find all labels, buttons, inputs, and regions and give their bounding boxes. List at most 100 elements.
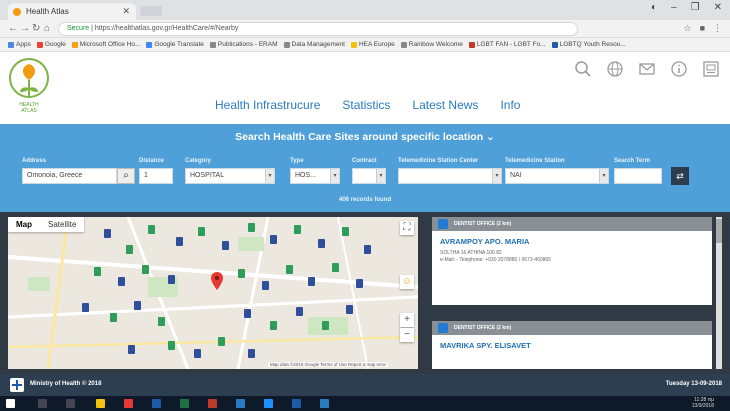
map-pin-green[interactable] (158, 317, 165, 326)
map-view[interactable]: Map Satellite ⛶ ☺ + − Map data ©2018 Goo… (8, 217, 418, 369)
bookmark-item[interactable]: Data Management (283, 41, 345, 48)
tab-map[interactable]: Map (8, 217, 40, 232)
map-pin-blue[interactable] (82, 303, 89, 312)
map-pin-blue[interactable] (364, 245, 371, 254)
map-pin-blue[interactable] (222, 241, 229, 250)
accessibility-icon[interactable] (702, 60, 720, 78)
bookmark-item[interactable]: HEA Europe (350, 41, 395, 48)
result-card[interactable]: DENTIST OFFICE (2 km) MAVRIKA SPY. ELISA… (432, 321, 712, 369)
map-pin-blue[interactable] (308, 277, 315, 286)
bookmark-star-icon[interactable]: ☆ (683, 23, 691, 34)
reload-icon[interactable]: ↻ (32, 23, 40, 34)
nav-info[interactable]: Info (500, 98, 520, 112)
menu-icon[interactable]: ⋮ (713, 23, 722, 34)
info-icon[interactable] (670, 60, 688, 78)
maximize-icon[interactable]: ❐ (691, 2, 700, 13)
fullscreen-icon[interactable]: ⛶ (400, 221, 414, 235)
extension-icon[interactable]: ■ (700, 23, 705, 34)
user-icon[interactable]: ◐ (651, 2, 657, 13)
forward-icon[interactable]: → (20, 23, 30, 34)
minimize-icon[interactable]: – (671, 2, 677, 13)
chevron-down-icon[interactable]: ⌄ (486, 131, 495, 143)
map-pin-blue[interactable] (134, 301, 141, 310)
bookmark-item[interactable]: Publications - ERAM (209, 41, 278, 48)
map-pin-blue[interactable] (318, 239, 325, 248)
map-pin-blue[interactable] (346, 305, 353, 314)
browser-tab[interactable]: Health Atlas ✕ (8, 3, 136, 20)
nav-health-infrastructure[interactable]: Health Infrastrucure (215, 98, 320, 112)
new-tab-button[interactable] (140, 6, 162, 16)
map-pin-green[interactable] (142, 265, 149, 274)
result-card-title[interactable]: AVRAMPOY APO. MARIA (432, 231, 712, 250)
map-pin-blue[interactable] (104, 229, 111, 238)
result-card[interactable]: DENTIST OFFICE (2 km) AVRAMPOY APO. MARI… (432, 217, 712, 305)
map-pin-green[interactable] (238, 269, 245, 278)
map-pin-blue[interactable] (296, 307, 303, 316)
url-field[interactable]: Secure | https://healthatlas.gov.gr/Heal… (58, 22, 578, 36)
map-pin-blue[interactable] (176, 237, 183, 246)
file-explorer-icon[interactable] (96, 399, 105, 408)
tab-satellite[interactable]: Satellite (40, 217, 84, 232)
street-view-pegman-icon[interactable]: ☺ (400, 275, 414, 289)
map-pin-green[interactable] (322, 321, 329, 330)
map-pin-blue[interactable] (356, 279, 363, 288)
map-pin-blue[interactable] (194, 349, 201, 358)
close-window-icon[interactable]: ✕ (714, 2, 722, 13)
nav-statistics[interactable]: Statistics (342, 98, 390, 112)
refresh-search-button[interactable]: ⇄ (671, 167, 689, 185)
map-pin-blue[interactable] (118, 277, 125, 286)
map-pin-blue[interactable] (244, 309, 251, 318)
map-pin-blue[interactable] (128, 345, 135, 354)
bookmark-item[interactable]: Google Translate (146, 41, 204, 48)
home-icon[interactable]: ⌂ (44, 23, 50, 34)
map-pin-green[interactable] (168, 341, 175, 350)
map-canvas[interactable] (8, 217, 418, 369)
map-pin-green[interactable] (148, 225, 155, 234)
map-pin-green[interactable] (248, 223, 255, 232)
chrome-icon[interactable] (124, 399, 133, 408)
zoom-out-button[interactable]: − (400, 328, 414, 342)
map-pin-blue[interactable] (270, 235, 277, 244)
map-pin-green[interactable] (294, 225, 301, 234)
current-location-pin-icon[interactable] (211, 272, 223, 290)
outlook-icon[interactable] (236, 399, 245, 408)
powerpoint-icon[interactable] (208, 399, 217, 408)
nav-latest-news[interactable]: Latest News (412, 98, 478, 112)
map-pin-green[interactable] (110, 313, 117, 322)
search-icon[interactable] (38, 399, 47, 408)
bookmark-item[interactable]: Google (36, 41, 66, 48)
map-pin-green[interactable] (332, 263, 339, 272)
result-card-title[interactable]: MAVRIKA SPY. ELISAVET (432, 335, 712, 354)
map-pin-blue[interactable] (168, 275, 175, 284)
tel-station-center-select[interactable]: ▾ (398, 168, 502, 184)
address-search-button[interactable]: ⌕ (117, 168, 135, 184)
results-scrollbar[interactable] (716, 217, 722, 369)
edge-icon[interactable] (264, 399, 273, 408)
scrollbar-thumb[interactable] (716, 219, 722, 243)
tel-station-select[interactable]: ΝΑΙ ▾ (505, 168, 609, 184)
bookmark-item[interactable]: Rainbow Welcome (400, 41, 463, 48)
task-view-icon[interactable] (66, 399, 75, 408)
bookmark-item[interactable]: LGBTQ Youth Resou... (551, 41, 626, 48)
contract-select[interactable]: ▾ (352, 168, 386, 184)
mail-icon[interactable] (638, 60, 656, 78)
search-title[interactable]: Search Health Care Sites around specific… (0, 131, 730, 143)
system-clock[interactable]: 11:28 πμ 13/9/2018 (692, 397, 714, 409)
bookmark-item[interactable]: LGBT FAN - LGBT Fo... (468, 41, 546, 48)
zoom-in-button[interactable]: + (400, 313, 414, 327)
category-select[interactable]: HOSPITAL ▾ (185, 168, 275, 184)
map-pin-green[interactable] (270, 321, 277, 330)
start-menu-icon[interactable] (6, 399, 15, 408)
app-icon[interactable] (292, 399, 301, 408)
map-pin-green[interactable] (342, 227, 349, 236)
language-globe-icon[interactable] (606, 60, 624, 78)
bookmark-item[interactable]: Microsoft Office Ho... (71, 41, 140, 48)
map-pin-blue[interactable] (262, 281, 269, 290)
word-icon[interactable] (152, 399, 161, 408)
app-icon[interactable] (320, 399, 329, 408)
close-tab-icon[interactable]: ✕ (122, 3, 130, 20)
distance-input[interactable]: 1 (139, 168, 173, 184)
search-term-input[interactable] (614, 168, 662, 184)
map-pin-green[interactable] (218, 337, 225, 346)
map-pin-green[interactable] (286, 265, 293, 274)
